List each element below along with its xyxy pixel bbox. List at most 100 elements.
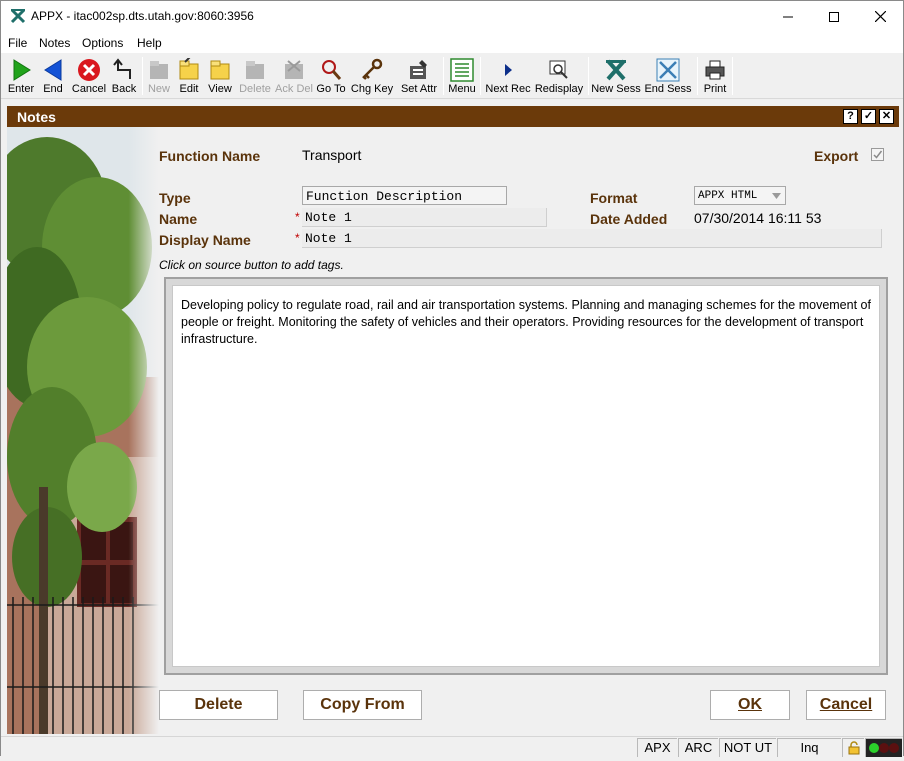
decorative-photo — [7, 127, 159, 734]
back-icon — [113, 58, 131, 79]
toolbar-separator — [697, 57, 698, 95]
delete-icon — [246, 61, 264, 79]
notes-form: Function Name Transport Export Type Func… — [159, 127, 899, 734]
toolbar-separator — [588, 57, 589, 95]
next-rec-button[interactable]: Next Rec — [483, 55, 533, 97]
set-attr-icon — [410, 60, 427, 79]
new-button[interactable]: New — [145, 55, 173, 97]
ack-del-icon — [285, 60, 303, 79]
menu-notes[interactable]: Notes — [39, 36, 70, 50]
magnifier-icon — [322, 60, 342, 80]
maximize-icon — [829, 11, 839, 22]
date-added-value: 07/30/2014 16:11 53 — [694, 210, 822, 226]
panel-header: Notes ? ✓ ✕ — [7, 106, 899, 127]
lock-status — [842, 738, 864, 757]
format-label: Format — [590, 190, 638, 206]
required-marker: * — [295, 231, 300, 245]
status-not-ut: NOT UT — [719, 738, 776, 757]
note-body-editor[interactable]: Developing policy to regulate road, rail… — [172, 285, 880, 667]
enter-icon — [13, 59, 31, 81]
toolbar-separator — [480, 57, 481, 95]
end-icon — [44, 59, 62, 81]
menu-file[interactable]: File — [8, 36, 27, 50]
menu-options[interactable]: Options — [82, 36, 123, 50]
export-label: Export — [814, 148, 859, 164]
end-session-icon — [656, 58, 680, 82]
menu-list-icon — [450, 58, 474, 82]
display-name-label: Display Name — [159, 232, 251, 248]
close-icon — [874, 11, 886, 22]
window-title: APPX - itac002sp.dts.utah.gov:8060:3956 — [31, 9, 254, 23]
cancel-note-button[interactable]: Cancel — [806, 690, 886, 720]
name-label: Name — [159, 211, 198, 227]
enter-button[interactable]: Enter — [4, 55, 38, 97]
status-bar: APX ARC NOT UT Inq — [1, 736, 903, 757]
connection-lights — [865, 738, 902, 757]
close-window-button[interactable] — [857, 1, 903, 32]
menu-help[interactable]: Help — [137, 36, 162, 50]
end-sess-button[interactable]: End Sess — [643, 55, 693, 97]
date-added-label: Date Added — [590, 211, 668, 227]
type-field[interactable]: Function Description — [302, 186, 507, 205]
toolbar-separator — [142, 57, 143, 95]
source-hint: Click on source button to add tags. — [159, 258, 344, 272]
toolbar-separator — [732, 57, 733, 95]
function-name-label: Function Name — [159, 148, 261, 164]
edit-icon — [179, 58, 199, 80]
minimize-button[interactable] — [765, 1, 811, 32]
new-session-icon — [606, 59, 626, 81]
app-window: APPX - itac002sp.dts.utah.gov:8060:3956 … — [0, 0, 904, 757]
ok-button[interactable]: OK — [710, 690, 790, 720]
title-bar: APPX - itac002sp.dts.utah.gov:8060:3956 — [1, 1, 903, 32]
edit-button[interactable]: Edit — [175, 55, 203, 97]
display-name-field[interactable]: Note 1 — [302, 229, 882, 248]
print-button[interactable]: Print — [700, 55, 730, 97]
view-button[interactable]: View — [206, 55, 234, 97]
menu-bar: File Notes Options Help — [1, 32, 903, 53]
notes-panel: Notes ? ✓ ✕ Function Name Transport Expo… — [7, 106, 899, 734]
type-label: Type — [159, 190, 191, 206]
ok-header-button[interactable]: ✓ — [861, 109, 876, 124]
new-icon — [150, 61, 168, 79]
panel-title: Notes — [17, 109, 56, 125]
name-field[interactable]: Note 1 — [302, 208, 547, 227]
required-marker: * — [295, 210, 300, 224]
chevron-down-icon — [772, 193, 781, 199]
help-button[interactable]: ? — [843, 109, 858, 124]
copy-from-button[interactable]: Copy From — [303, 690, 422, 720]
toolbar-separator — [443, 57, 444, 95]
checkmark-icon — [873, 150, 883, 159]
minimize-icon — [783, 16, 793, 17]
padlock-icon — [848, 741, 859, 755]
goto-button[interactable]: Go To — [315, 55, 347, 97]
key-icon — [362, 58, 383, 80]
redisplay-icon — [549, 60, 568, 79]
function-name-value: Transport — [302, 147, 362, 163]
menu-button[interactable]: Menu — [446, 55, 478, 97]
status-inq: Inq — [777, 738, 841, 757]
redisplay-button[interactable]: Redisplay — [534, 55, 584, 97]
chg-key-button[interactable]: Chg Key — [350, 55, 394, 97]
next-arrow-icon — [505, 64, 512, 76]
maximize-button[interactable] — [811, 1, 857, 32]
appx-logo-icon — [10, 8, 26, 24]
status-arc: ARC — [678, 738, 718, 757]
format-select[interactable]: APPX HTML — [694, 186, 786, 205]
note-editor-frame: Developing policy to regulate road, rail… — [164, 277, 888, 675]
end-button[interactable]: End — [39, 55, 67, 97]
traffic-light-icon — [869, 743, 899, 753]
cancel-icon — [78, 59, 100, 81]
view-icon — [210, 60, 230, 80]
back-button[interactable]: Back — [109, 55, 139, 97]
status-apx: APX — [637, 738, 677, 757]
delete-button[interactable]: Delete — [237, 55, 273, 97]
ack-del-button[interactable]: Ack Del — [275, 55, 313, 97]
cancel-button[interactable]: Cancel — [69, 55, 109, 97]
export-checkbox[interactable] — [871, 148, 884, 161]
printer-icon — [705, 60, 725, 80]
set-attr-button[interactable]: Set Attr — [397, 55, 441, 97]
new-sess-button[interactable]: New Sess — [591, 55, 641, 97]
close-panel-button[interactable]: ✕ — [879, 109, 894, 124]
delete-note-button[interactable]: Delete — [159, 690, 278, 720]
toolbar: Enter End Cancel Back New Edit View Dele… — [1, 53, 903, 99]
